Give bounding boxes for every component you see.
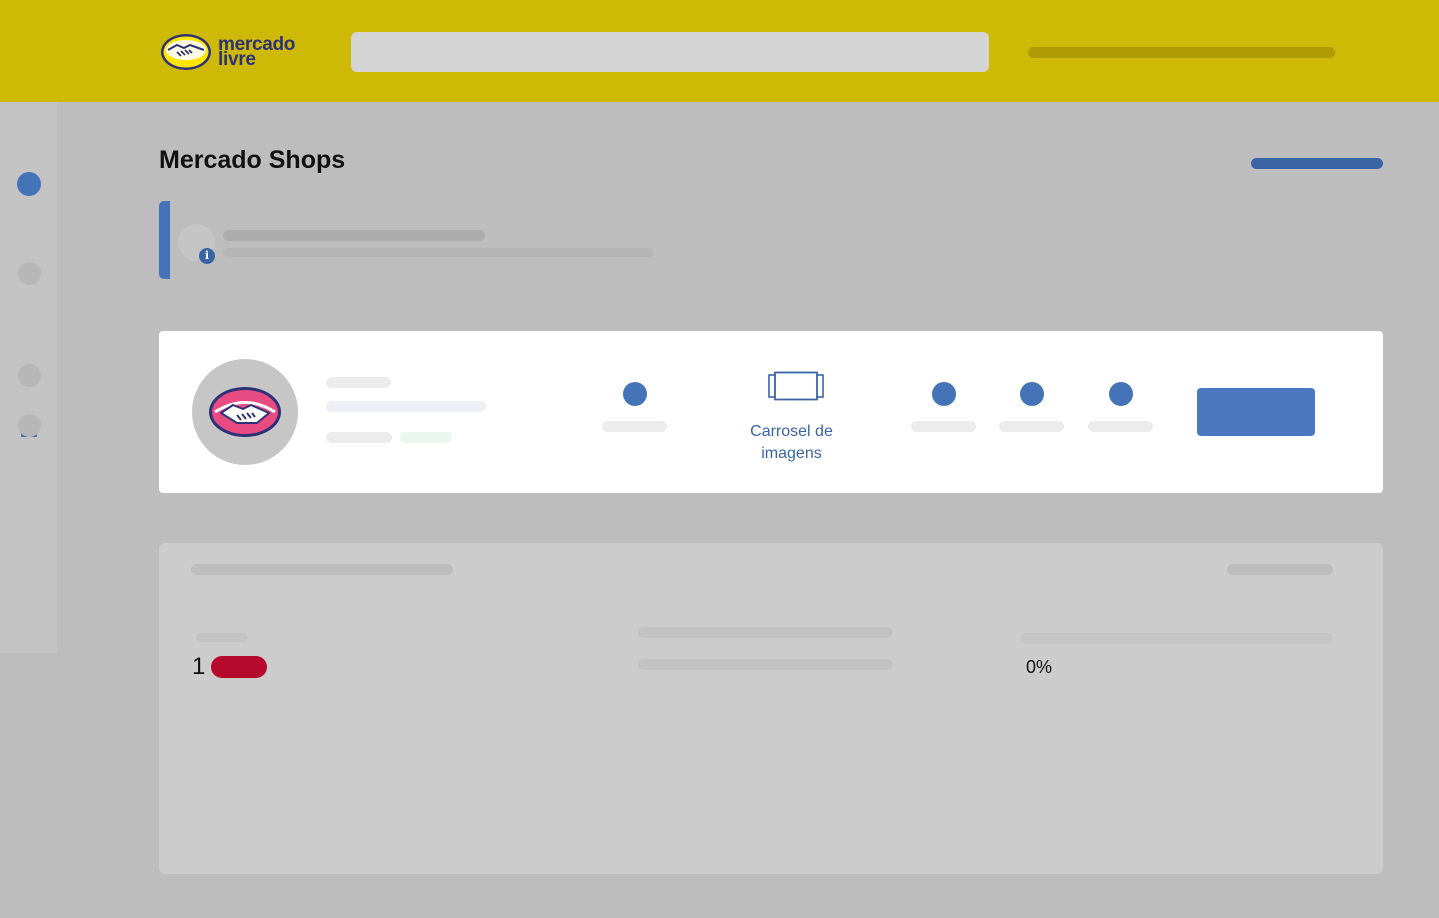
feature-4-icon[interactable]	[1020, 382, 1044, 406]
metric-badge	[211, 656, 267, 678]
shop-card: Carrosel de imagens	[159, 331, 1383, 493]
carousel-icon[interactable]	[768, 371, 824, 401]
feature-5-label	[1088, 421, 1153, 432]
feature-5-icon[interactable]	[1109, 382, 1133, 406]
feature-4-label	[999, 421, 1064, 432]
header-user-placeholder[interactable]	[1028, 47, 1335, 58]
metric-progress-bar	[1021, 633, 1333, 644]
top-header: mercado livre	[0, 0, 1439, 102]
shop-name-placeholder	[326, 377, 391, 388]
carousel-label[interactable]: Carrosel de imagens	[729, 421, 854, 465]
shop-avatar	[192, 359, 298, 465]
page-title: Mercado Shops	[159, 146, 346, 174]
panel-link[interactable]	[1227, 564, 1333, 575]
metric-middle-line-2	[638, 659, 893, 670]
mercado-livre-logo[interactable]: mercado livre	[160, 30, 305, 74]
feature-3-icon[interactable]	[932, 382, 956, 406]
sidebar-item-4[interactable]	[18, 364, 41, 387]
shop-status-placeholder	[326, 432, 392, 443]
notice-accent-bar	[159, 201, 170, 279]
panel-title	[191, 564, 453, 575]
shop-action-button[interactable]	[1197, 388, 1315, 436]
shop-url-placeholder	[326, 401, 486, 412]
handshake-icon	[161, 34, 211, 70]
sidebar-item-2[interactable]	[18, 262, 41, 285]
info-icon: i	[199, 248, 215, 264]
sidebar-item-active[interactable]	[17, 172, 41, 196]
handshake-icon	[209, 387, 281, 437]
title-action-link[interactable]	[1251, 158, 1383, 169]
logo-wordmark: mercado livre	[218, 35, 295, 69]
notice-title	[223, 230, 485, 241]
search-input[interactable]	[351, 32, 989, 72]
feature-1-label	[602, 421, 667, 432]
metric-count: 1	[192, 653, 206, 680]
metrics-panel: 1 0%	[159, 543, 1383, 874]
metric-label	[196, 633, 248, 642]
status-badge	[400, 432, 452, 443]
feature-1-icon[interactable]	[623, 382, 647, 406]
feature-3-label	[911, 421, 976, 432]
notice-text	[223, 248, 653, 257]
sidebar-item-5[interactable]	[18, 414, 41, 437]
sidebar	[0, 102, 57, 653]
metric-middle-line-1	[638, 627, 893, 638]
metric-percent: 0%	[1026, 657, 1053, 677]
